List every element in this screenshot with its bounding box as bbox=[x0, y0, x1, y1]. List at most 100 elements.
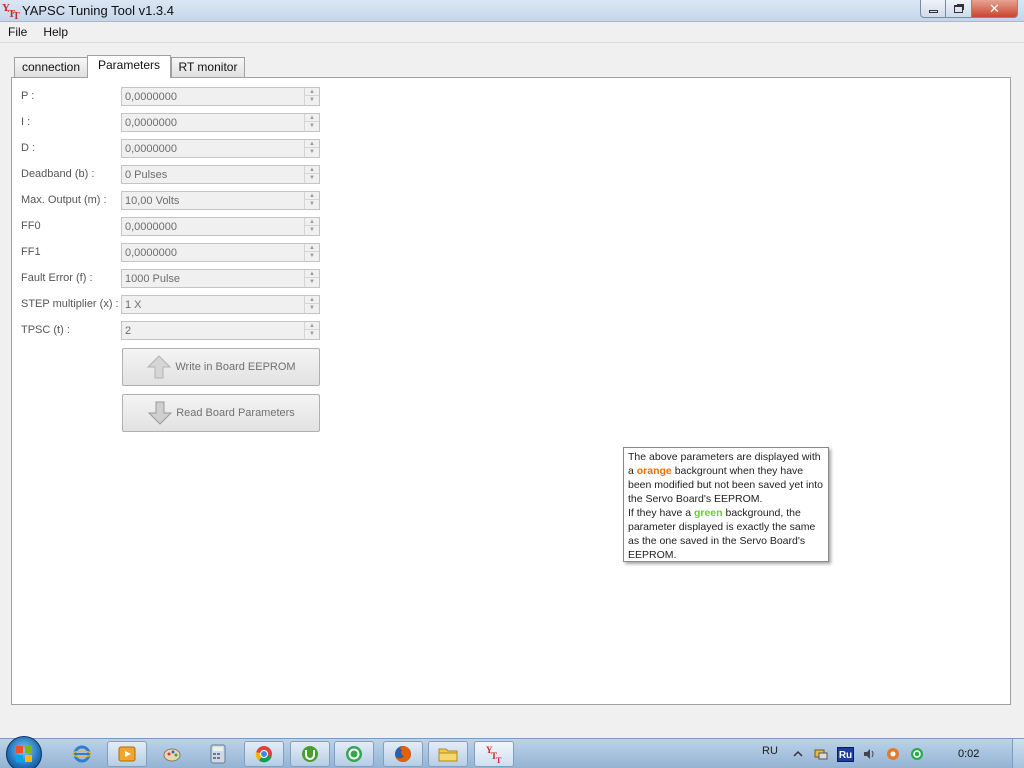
param-max-output-spinbox[interactable]: 10,00 Volts ▲ ▼ bbox=[121, 191, 320, 210]
clock[interactable]: 0:02 bbox=[958, 748, 979, 760]
tray-ru-indicator[interactable]: Ru bbox=[837, 747, 854, 762]
spin-up-icon[interactable]: ▲ bbox=[305, 296, 319, 304]
yapsc-app-icon: Y T T bbox=[486, 745, 502, 764]
taskbar-calculator[interactable] bbox=[198, 741, 238, 767]
arrow-up-icon bbox=[147, 355, 172, 379]
internet-explorer-icon bbox=[72, 745, 92, 763]
title-bar[interactable]: Y T T YAPSC Tuning Tool v1.3.4 ✕ bbox=[0, 0, 1024, 22]
param-tpsc-spinbox[interactable]: 2 ▲ ▼ bbox=[121, 321, 320, 340]
taskbar-utorrent[interactable] bbox=[290, 741, 330, 767]
taskbar-chrome[interactable] bbox=[244, 741, 284, 767]
param-tpsc-label: TPSC (t) : bbox=[21, 324, 70, 336]
spin-up-icon[interactable]: ▲ bbox=[305, 114, 319, 122]
taskbar-yapsc[interactable]: Y T T bbox=[474, 741, 514, 767]
param-i-value: 0,0000000 bbox=[125, 117, 177, 129]
green-keyword: green bbox=[693, 507, 723, 519]
param-ff0-label: FF0 bbox=[21, 220, 41, 232]
tray-language[interactable]: RU bbox=[762, 745, 778, 757]
green-circle-app-icon bbox=[346, 746, 362, 762]
taskbar-paint[interactable] bbox=[152, 741, 192, 767]
spin-up-icon[interactable]: ▲ bbox=[305, 218, 319, 226]
param-step-multiplier-label: STEP multiplier (x) : bbox=[21, 298, 119, 310]
app-icon[interactable]: Y T T bbox=[2, 1, 20, 22]
param-deadband-spinbox[interactable]: 0 Pulses ▲ ▼ bbox=[121, 165, 320, 184]
file-explorer-icon bbox=[438, 748, 458, 762]
menu-bar: File Help bbox=[0, 22, 1024, 43]
taskbar-internet-explorer[interactable] bbox=[62, 741, 102, 767]
param-d-spinbox[interactable]: 0,0000000 ▲ ▼ bbox=[121, 139, 320, 158]
spin-down-icon[interactable]: ▼ bbox=[305, 252, 319, 260]
taskbar-file-explorer[interactable] bbox=[428, 741, 468, 767]
restore-button[interactable] bbox=[946, 0, 972, 18]
read-parameters-button[interactable]: Read Board Parameters bbox=[122, 394, 320, 432]
spin-up-icon[interactable]: ▲ bbox=[305, 192, 319, 200]
taskbar: Y T T RU Ru 0:02 bbox=[0, 736, 1024, 768]
param-deadband-label: Deadband (b) : bbox=[21, 168, 95, 180]
param-i-label: I : bbox=[21, 116, 31, 128]
spin-up-icon[interactable]: ▲ bbox=[305, 244, 319, 252]
param-ff1-value: 0,0000000 bbox=[125, 247, 177, 259]
restore-icon bbox=[954, 4, 963, 13]
spin-up-icon[interactable]: ▲ bbox=[305, 140, 319, 148]
param-p-value: 0,0000000 bbox=[125, 91, 177, 103]
write-eeprom-label: Write in Board EEPROM bbox=[175, 361, 296, 373]
param-max-output-value: 10,00 Volts bbox=[125, 195, 180, 207]
show-hidden-icons-icon[interactable] bbox=[791, 747, 805, 761]
param-tpsc-value: 2 bbox=[125, 325, 132, 337]
window-controls: ✕ bbox=[920, 0, 1018, 18]
minimize-icon bbox=[928, 10, 938, 13]
calculator-icon bbox=[210, 744, 226, 764]
taskbar-green-app[interactable] bbox=[334, 741, 374, 767]
windows-logo-icon bbox=[16, 746, 32, 762]
param-fault-error-spinbox[interactable]: 1000 Pulse ▲ ▼ bbox=[121, 269, 320, 288]
media-player-icon bbox=[118, 746, 136, 762]
info-note: The above parameters are displayed with … bbox=[623, 447, 829, 562]
spin-up-icon[interactable]: ▲ bbox=[305, 270, 319, 278]
param-fault-error-label: Fault Error (f) : bbox=[21, 272, 93, 284]
param-ff0-value: 0,0000000 bbox=[125, 221, 177, 233]
spin-down-icon[interactable]: ▼ bbox=[305, 304, 319, 312]
menu-help[interactable]: Help bbox=[35, 22, 76, 42]
param-ff1-label: FF1 bbox=[21, 246, 41, 258]
menu-file[interactable]: File bbox=[0, 22, 35, 42]
taskbar-media-player[interactable] bbox=[107, 741, 147, 767]
start-button[interactable] bbox=[6, 736, 42, 768]
close-icon: ✕ bbox=[989, 0, 1000, 16]
taskbar-firefox[interactable] bbox=[383, 741, 423, 767]
tab-parameters[interactable]: Parameters bbox=[87, 55, 171, 78]
param-p-spinbox[interactable]: 0,0000000 ▲ ▼ bbox=[121, 87, 320, 106]
param-d-value: 0,0000000 bbox=[125, 143, 177, 155]
spin-up-icon[interactable]: ▲ bbox=[305, 322, 319, 330]
spin-down-icon[interactable]: ▼ bbox=[305, 96, 319, 104]
param-i-spinbox[interactable]: 0,0000000 ▲ ▼ bbox=[121, 113, 320, 132]
param-ff0-spinbox[interactable]: 0,0000000 ▲ ▼ bbox=[121, 217, 320, 236]
param-deadband-value: 0 Pulses bbox=[125, 169, 168, 181]
spin-down-icon[interactable]: ▼ bbox=[305, 278, 319, 286]
write-eeprom-button[interactable]: Write in Board EEPROM bbox=[122, 348, 320, 386]
tab-rt-monitor[interactable]: RT monitor bbox=[171, 57, 245, 77]
spin-down-icon[interactable]: ▼ bbox=[305, 122, 319, 130]
show-desktop-button[interactable] bbox=[1012, 739, 1024, 768]
tab-connection[interactable]: connection bbox=[14, 57, 88, 77]
close-button[interactable]: ✕ bbox=[972, 0, 1018, 18]
param-step-multiplier-spinbox[interactable]: 1 X ▲ ▼ bbox=[121, 295, 320, 314]
orange-keyword: orange bbox=[636, 465, 672, 477]
spin-down-icon[interactable]: ▼ bbox=[305, 226, 319, 234]
param-d-label: D : bbox=[21, 142, 36, 154]
chrome-icon bbox=[255, 746, 272, 763]
network-flag-icon[interactable] bbox=[814, 747, 828, 761]
spin-down-icon[interactable]: ▼ bbox=[305, 330, 319, 338]
spin-down-icon[interactable]: ▼ bbox=[305, 200, 319, 208]
green-app-tray-icon[interactable] bbox=[910, 747, 924, 761]
svg-text:T: T bbox=[496, 756, 502, 764]
param-ff1-spinbox[interactable]: 0,0000000 ▲ ▼ bbox=[121, 243, 320, 262]
firefox-icon bbox=[395, 746, 411, 762]
volume-icon[interactable] bbox=[862, 747, 876, 761]
param-max-output-label: Max. Output (m) : bbox=[21, 194, 107, 206]
spin-down-icon[interactable]: ▼ bbox=[305, 174, 319, 182]
minimize-button[interactable] bbox=[920, 0, 946, 18]
spin-down-icon[interactable]: ▼ bbox=[305, 148, 319, 156]
spin-up-icon[interactable]: ▲ bbox=[305, 166, 319, 174]
orange-app-tray-icon[interactable] bbox=[886, 747, 900, 761]
spin-up-icon[interactable]: ▲ bbox=[305, 88, 319, 96]
